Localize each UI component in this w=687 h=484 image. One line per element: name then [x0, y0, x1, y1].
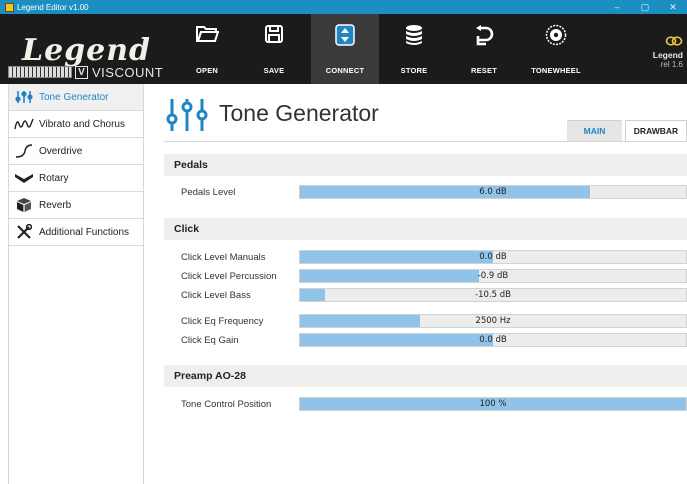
window-title: Legend Editor v1.00 [17, 2, 89, 12]
tonewheel-button[interactable]: TONEWHEEL [524, 14, 588, 84]
device-name: Legend [652, 50, 683, 60]
tools-icon [9, 224, 39, 240]
sidebar-item-vibrato-chorus[interactable]: Vibrato and Chorus [9, 111, 143, 138]
click-eq-frequency-label: Click Eq Frequency [181, 316, 264, 327]
undo-reset-icon [476, 25, 494, 46]
click-eq-frequency-slider[interactable]: 2500 Hz [299, 314, 687, 328]
sliders-icon [166, 99, 208, 131]
sidebar-item-label: Vibrato and Chorus [39, 118, 125, 130]
logo-legend-word: Legend [22, 33, 152, 68]
minimize-button[interactable]: – [603, 0, 631, 14]
connect-arrows-icon [335, 24, 355, 46]
click-eq-gain-label: Click Eq Gain [181, 335, 239, 346]
vibrato-wave-icon [9, 117, 39, 131]
slider-value: 6.0 dB [479, 187, 507, 197]
device-info: Legend rel 1.6 [653, 36, 683, 69]
tonewheel-button-label: TONEWHEEL [531, 66, 581, 75]
floppy-save-icon [265, 25, 283, 43]
click-level-bass-label: Click Level Bass [181, 290, 251, 301]
sidebar-item-label: Overdrive [39, 145, 83, 157]
tab-drawbar[interactable]: DRAWBAR [625, 120, 687, 141]
database-store-icon [406, 25, 422, 45]
tonewheel-icon [545, 24, 567, 46]
open-button-label: OPEN [195, 66, 219, 75]
slider-value: -10.5 dB [475, 290, 511, 300]
sidebar-item-additional-functions[interactable]: Additional Functions [9, 219, 143, 246]
sidebar-item-tone-generator[interactable]: Tone Generator [9, 84, 143, 111]
tab-main[interactable]: MAIN [567, 120, 622, 141]
page-title: Tone Generator [219, 100, 379, 126]
sidebar-item-label: Tone Generator [39, 91, 109, 103]
app-window: Legend Editor v1.00 – ▢ ✕ Legend V VISCO… [0, 0, 687, 484]
slider-value: 2500 Hz [475, 316, 511, 326]
reverb-cube-icon [9, 197, 39, 213]
section-preamp-header: Preamp AO-28 [164, 365, 687, 387]
toolbar: Legend V VISCOUNT OPEN SAVE CONNECT STOR… [0, 14, 687, 84]
chain-link-icon [665, 36, 683, 46]
main-panel: Tone Generator MAIN DRAWBAR Pedals Pedal… [144, 84, 687, 484]
sidebar: Tone Generator Vibrato and Chorus Overdr… [8, 84, 144, 484]
slider-value: 0.0 dB [479, 335, 507, 345]
logo-viscount-word: VISCOUNT [92, 65, 164, 80]
save-button[interactable]: SAVE [244, 14, 304, 84]
click-level-manuals-label: Click Level Manuals [181, 252, 266, 263]
section-pedals-header: Pedals [164, 154, 687, 176]
logo-keyboard-graphic [8, 66, 72, 78]
click-level-percussion-slider[interactable]: -0.9 dB [299, 269, 687, 283]
device-version: rel 1.6 [660, 60, 683, 69]
pedals-level-slider[interactable]: 6.0 dB [299, 185, 687, 199]
overdrive-curve-icon [9, 144, 39, 158]
save-button-label: SAVE [263, 66, 285, 75]
store-button-label: STORE [400, 66, 428, 75]
reset-button[interactable]: RESET [454, 14, 514, 84]
app-icon [5, 2, 14, 12]
rotary-speaker-icon [9, 171, 39, 185]
logo-v-mark: V [75, 66, 88, 79]
tone-control-position-label: Tone Control Position [181, 399, 272, 410]
tab-divider [164, 141, 687, 142]
click-level-percussion-label: Click Level Percussion [181, 271, 277, 282]
pedals-level-label: Pedals Level [181, 187, 236, 198]
click-level-manuals-slider[interactable]: 0.0 dB [299, 250, 687, 264]
click-level-bass-slider[interactable]: -10.5 dB [299, 288, 687, 302]
section-click-header: Click [164, 218, 687, 240]
store-button[interactable]: STORE [384, 14, 444, 84]
reset-button-label: RESET [470, 66, 497, 75]
legend-viscount-logo: Legend V VISCOUNT [8, 33, 164, 82]
sidebar-item-label: Reverb [39, 199, 72, 211]
connect-button-label: CONNECT [325, 66, 365, 75]
sidebar-item-reverb[interactable]: Reverb [9, 192, 143, 219]
sidebar-item-overdrive[interactable]: Overdrive [9, 138, 143, 165]
sliders-icon [9, 90, 39, 104]
tone-control-position-slider[interactable]: 100 % [299, 397, 687, 411]
open-button[interactable]: OPEN [177, 14, 237, 84]
sidebar-item-label: Additional Functions [39, 226, 130, 238]
folder-icon [196, 26, 219, 42]
slider-value: 100 % [479, 399, 507, 409]
window-controls: – ▢ ✕ [603, 0, 687, 14]
slider-value: -0.9 dB [477, 271, 509, 281]
maximize-button[interactable]: ▢ [631, 0, 659, 14]
sidebar-item-rotary[interactable]: Rotary [9, 165, 143, 192]
connect-button[interactable]: CONNECT [311, 14, 379, 84]
close-button[interactable]: ✕ [659, 0, 687, 14]
title-bar: Legend Editor v1.00 – ▢ ✕ [0, 0, 687, 14]
slider-value: 0.0 dB [479, 252, 507, 262]
sidebar-item-label: Rotary [39, 172, 69, 184]
click-eq-gain-slider[interactable]: 0.0 dB [299, 333, 687, 347]
